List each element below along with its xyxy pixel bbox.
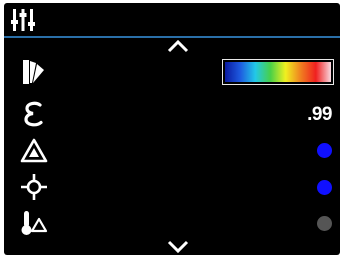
header bbox=[4, 3, 340, 35]
thermometer-triangle-icon bbox=[21, 211, 48, 235]
emissivity-value: .99 bbox=[307, 104, 332, 125]
chevron-down-icon[interactable] bbox=[167, 240, 189, 254]
chevron-up-icon[interactable] bbox=[167, 39, 189, 53]
palette-gradient-fill bbox=[225, 62, 331, 82]
settings-screen: .99 bbox=[4, 3, 340, 255]
sliders-icon bbox=[11, 9, 35, 31]
alarm-status-indicator bbox=[317, 143, 332, 158]
epsilon-icon bbox=[24, 101, 43, 127]
palette-gradient bbox=[222, 59, 334, 85]
warning-triangle-icon bbox=[20, 138, 48, 163]
crosshair-status-indicator bbox=[317, 180, 332, 195]
crosshair-icon bbox=[21, 174, 47, 200]
palette-icon bbox=[23, 60, 44, 84]
temperature-alarm-status-indicator bbox=[317, 216, 332, 231]
header-divider bbox=[4, 36, 340, 38]
